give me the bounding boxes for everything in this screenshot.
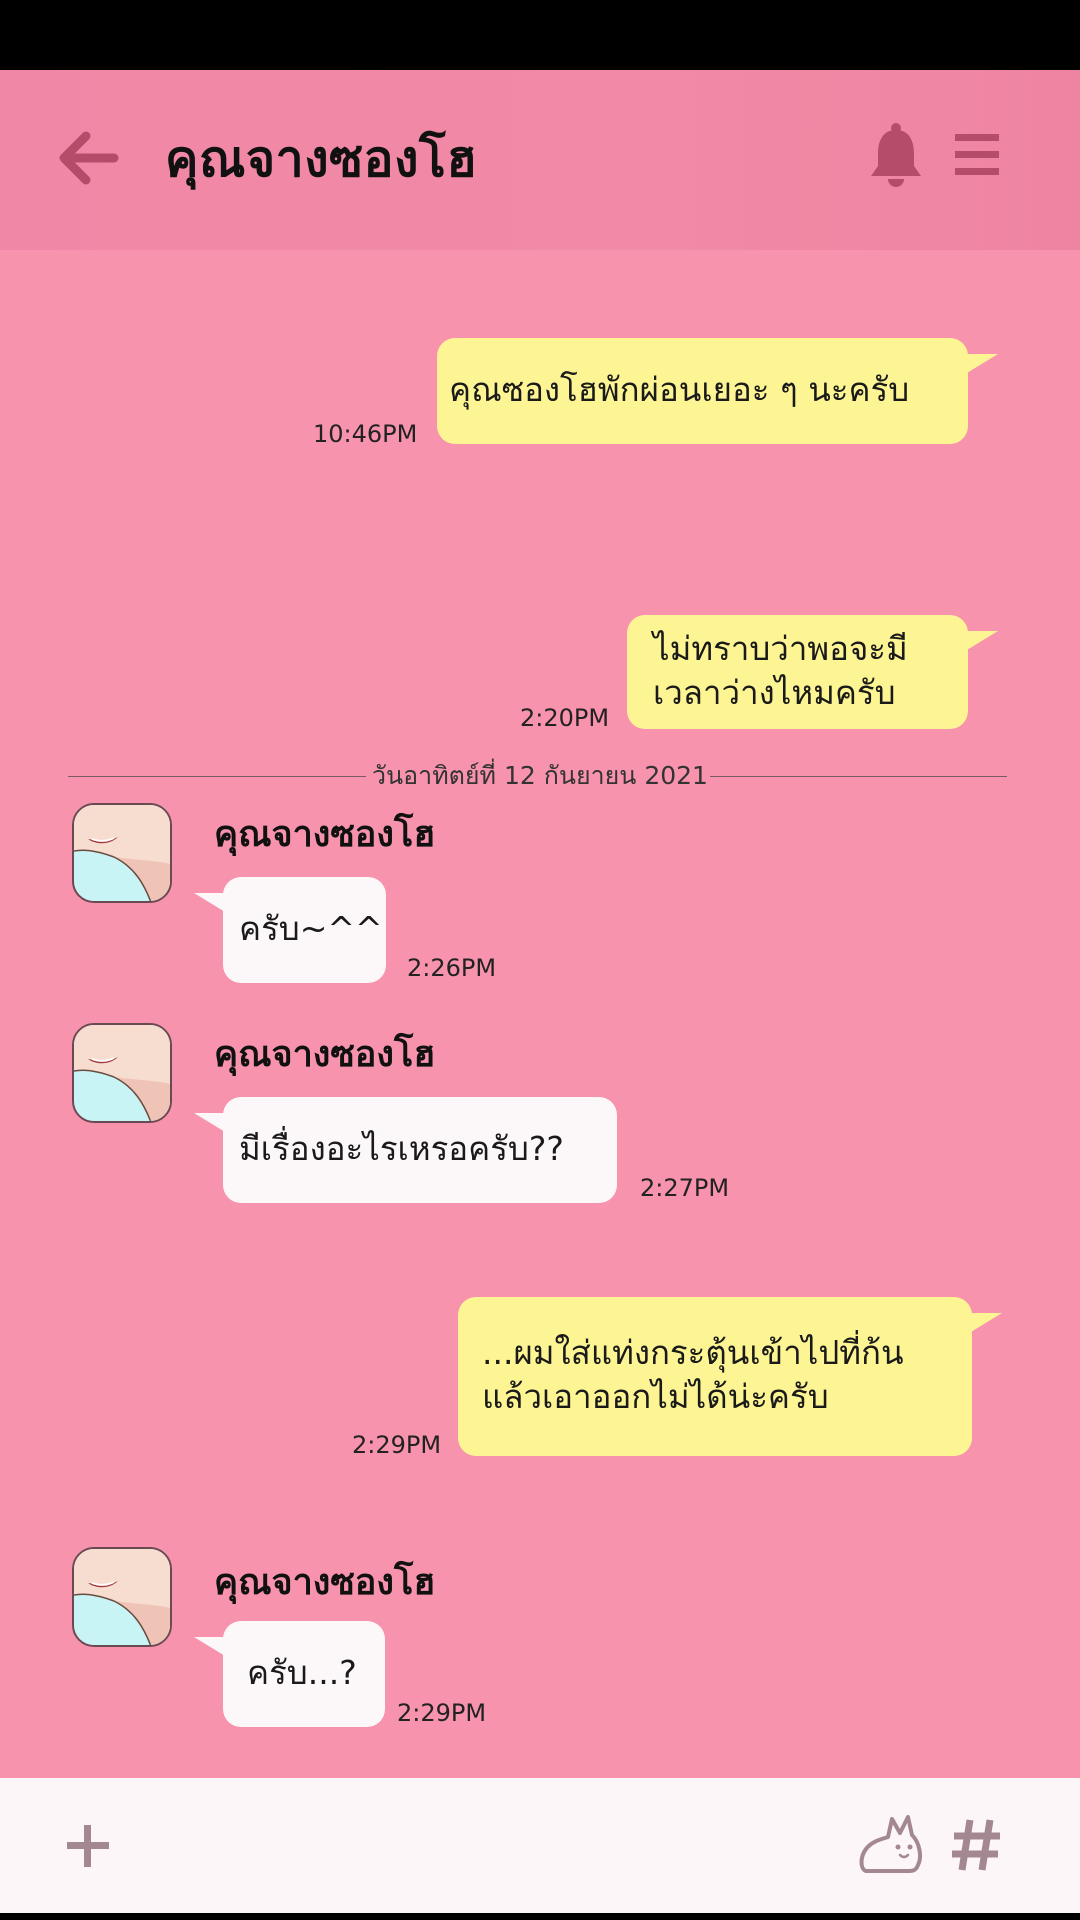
chat-header: คุณจางซองโฮ — [0, 70, 1080, 250]
hashtag-button[interactable] — [950, 1818, 1002, 1872]
message-text-line: แล้วเอาออกไม่ได้น่ะครับ — [482, 1377, 829, 1416]
message-text-line: ...ผมใส่แท่งกระตุ้นเข้าไปที่ก้น — [482, 1333, 904, 1372]
sender-name: คุณจางซองโฮ — [214, 814, 436, 855]
bubble-tail — [966, 1313, 1002, 1335]
notification-button[interactable] — [868, 122, 924, 188]
message-text-line: ไม่ทราบว่าพอจะมี — [653, 629, 908, 668]
outgoing-message[interactable]: ไม่ทราบว่าพอจะมี เวลาว่างไหมครับ — [627, 615, 968, 729]
hashtag-icon — [952, 1819, 1000, 1871]
message-time: 2:26PM — [407, 954, 497, 982]
message-text: ครับ...? — [247, 1653, 357, 1692]
plus-icon — [67, 1825, 109, 1867]
avatar[interactable] — [72, 803, 172, 903]
message-time: 2:20PM — [520, 704, 610, 732]
incoming-message[interactable]: มีเรื่องอะไรเหรอครับ?? — [223, 1097, 617, 1203]
back-button[interactable] — [56, 128, 146, 188]
chat-area[interactable]: คุณซองโฮพักผ่อนเยอะ ๆ นะครับ 10:46PM วัน… — [0, 250, 1080, 1778]
message-text: มีเรื่องอะไรเหรอครับ?? — [239, 1129, 564, 1168]
incoming-message[interactable]: ครับ...? — [223, 1621, 385, 1727]
sticker-button[interactable] — [858, 1813, 924, 1875]
outgoing-message[interactable]: ...ผมใส่แท่งกระตุ้นเข้าไปที่ก้น แล้วเอาอ… — [458, 1297, 972, 1456]
message-text: ครับ~^^ — [239, 909, 383, 948]
menu-button[interactable] — [953, 132, 1001, 178]
arrow-left-icon — [59, 131, 119, 185]
message-time: 2:27PM — [640, 1174, 730, 1202]
avatar[interactable] — [72, 1023, 172, 1123]
message-time: 2:29PM — [397, 1699, 487, 1727]
avatar-image — [74, 805, 170, 901]
input-bar — [0, 1778, 1080, 1913]
bubble-tail — [962, 354, 998, 376]
status-bar — [0, 0, 1080, 70]
incoming-message[interactable]: ครับ~^^ — [223, 877, 386, 983]
message-text: คุณซองโฮพักผ่อนเยอะ ๆ นะครับ — [449, 370, 910, 409]
outgoing-message[interactable]: คุณซองโฮพักผ่อนเยอะ ๆ นะครับ — [437, 338, 968, 444]
date-separator: วันอาทิตย์ที่ 12 กันยายน 2021 — [372, 761, 708, 790]
message-time: 10:46PM — [313, 420, 418, 448]
chat-title: คุณจางซองโฮ — [165, 130, 478, 188]
message-text-line: เวลาว่างไหมครับ — [653, 673, 896, 712]
add-attachment-button[interactable] — [65, 1823, 111, 1869]
avatar-image — [74, 1549, 170, 1645]
avatar[interactable] — [72, 1547, 172, 1647]
rabbit-sticker-icon — [859, 1815, 922, 1873]
sender-name: คุณจางซองโฮ — [214, 1562, 436, 1603]
message-time: 2:29PM — [352, 1431, 442, 1459]
menu-icon — [955, 134, 999, 175]
bell-icon — [871, 123, 921, 187]
bottom-edge — [0, 1913, 1080, 1920]
sender-name: คุณจางซองโฮ — [214, 1034, 436, 1075]
avatar-image — [74, 1025, 170, 1121]
bubble-tail — [962, 631, 998, 653]
date-divider-right — [710, 776, 1007, 777]
date-divider-left — [68, 776, 366, 777]
